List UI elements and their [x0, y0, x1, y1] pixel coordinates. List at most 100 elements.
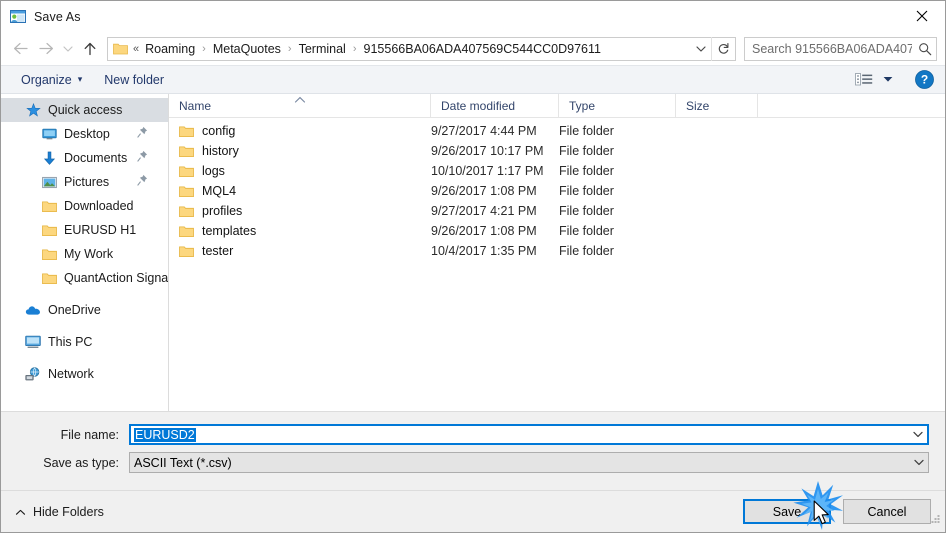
sidebar-item-desktop[interactable]: Desktop	[1, 122, 168, 146]
breadcrumb-item-roaming[interactable]: Roaming	[143, 41, 197, 57]
cancel-button[interactable]: Cancel	[843, 499, 931, 524]
refresh-button[interactable]	[711, 36, 735, 61]
sidebar-item-label: Downloaded	[64, 199, 134, 213]
sidebar-item-label: Desktop	[64, 127, 110, 141]
pin-icon[interactable]	[137, 150, 148, 165]
organize-label: Organize	[21, 72, 72, 87]
pin-icon[interactable]	[137, 174, 148, 189]
column-header-name[interactable]: Name	[169, 94, 431, 117]
arrow-left-icon	[13, 42, 28, 55]
sidebar-item-downloaded[interactable]: Downloaded	[1, 194, 168, 218]
recent-locations-button[interactable]	[59, 36, 77, 62]
file-name: tester	[202, 244, 234, 258]
hide-folders-button[interactable]: Hide Folders	[15, 505, 104, 519]
breadcrumb-separator[interactable]: ›	[283, 43, 297, 55]
organize-button[interactable]: Organize ▾	[15, 71, 88, 89]
table-row[interactable]: profiles 9/27/2017 4:21 PM File folder	[169, 201, 945, 221]
forward-button[interactable]	[33, 36, 59, 62]
address-dropdown-button[interactable]	[691, 38, 711, 60]
table-row[interactable]: MQL4 9/26/2017 1:08 PM File folder	[169, 181, 945, 201]
folder-icon	[179, 145, 194, 158]
file-name-dropdown-button[interactable]	[908, 431, 927, 438]
file-type: File folder	[559, 144, 614, 158]
sidebar-item-quantaction-signal[interactable]: QuantAction Signal	[1, 266, 168, 290]
file-type: File folder	[559, 224, 614, 238]
sidebar-item-my-work[interactable]: My Work	[1, 242, 168, 266]
file-name: logs	[202, 164, 225, 178]
breadcrumb-item-metaquotes[interactable]: MetaQuotes	[211, 41, 283, 57]
file-name: MQL4	[202, 184, 237, 198]
view-dropdown-button[interactable]	[877, 76, 899, 83]
file-name-input[interactable]: EURUSD2	[129, 424, 929, 445]
star-icon	[25, 102, 41, 118]
save-as-type-value: ASCII Text (*.csv)	[134, 455, 232, 470]
search-input[interactable]	[745, 41, 914, 56]
folder-icon	[179, 225, 194, 238]
table-row[interactable]: history 9/26/2017 10:17 PM File folder	[169, 141, 945, 161]
table-row[interactable]: config 9/27/2017 4:44 PM File folder	[169, 121, 945, 141]
sort-ascending-icon	[292, 93, 308, 107]
sidebar-item-label: EURUSD H1	[64, 223, 137, 237]
breadcrumb-item-guid[interactable]: 915566BA06ADA407569C544CC0D97611	[362, 41, 603, 57]
folder-icon	[179, 245, 194, 258]
table-row[interactable]: templates 9/26/2017 1:08 PM File folder	[169, 221, 945, 241]
view-layout-icon[interactable]	[851, 72, 877, 87]
chevron-down-icon	[63, 45, 73, 52]
title-bar: Save As	[1, 1, 945, 32]
file-date: 9/27/2017 4:44 PM	[431, 124, 537, 138]
file-type: File folder	[559, 204, 614, 218]
breadcrumb-separator[interactable]: ›	[348, 43, 362, 55]
table-row[interactable]: tester 10/4/2017 1:35 PM File folder	[169, 241, 945, 261]
folder-icon	[41, 198, 57, 214]
help-icon[interactable]: ?	[911, 70, 937, 89]
pin-icon[interactable]	[137, 126, 148, 141]
file-type: File folder	[559, 164, 614, 178]
address-bar[interactable]: « Roaming › MetaQuotes › Terminal › 9155…	[107, 36, 736, 61]
sidebar-item-pictures[interactable]: Pictures	[1, 170, 168, 194]
up-button[interactable]	[77, 36, 103, 62]
sidebar-item-eurusd-h1[interactable]: EURUSD H1	[1, 218, 168, 242]
window-title: Save As	[34, 9, 81, 24]
chevron-down-icon	[696, 45, 706, 52]
file-name: config	[202, 124, 236, 138]
sidebar-item-this-pc[interactable]: This PC	[1, 330, 168, 354]
save-as-type-dropdown-button[interactable]	[909, 459, 928, 466]
column-header-size[interactable]: Size	[676, 94, 758, 117]
column-header-type[interactable]: Type	[559, 94, 676, 117]
breadcrumb-separator[interactable]: ›	[197, 43, 211, 55]
column-header-row: Name Date modified Type Size	[169, 94, 945, 118]
save-as-type-select[interactable]: ASCII Text (*.csv)	[129, 452, 929, 473]
folder-icon	[179, 185, 194, 198]
sidebar-item-quick-access[interactable]: Quick access	[1, 98, 168, 122]
command-toolbar: Organize ▾ New folder ?	[1, 65, 945, 94]
file-date: 10/10/2017 1:17 PM	[431, 164, 544, 178]
breadcrumb-item-terminal[interactable]: Terminal	[297, 41, 348, 57]
save-as-type-row: Save as type: ASCII Text (*.csv)	[17, 452, 929, 473]
onedrive-cloud-icon	[25, 302, 41, 318]
breadcrumb-overflow[interactable]: «	[131, 43, 143, 55]
documents-arrow-icon	[41, 150, 57, 166]
chevron-down-icon	[912, 431, 923, 438]
sidebar-item-network[interactable]: Network	[1, 362, 168, 386]
arrow-right-icon	[38, 42, 53, 55]
app-icon	[10, 9, 26, 25]
resize-grip-icon[interactable]	[929, 512, 942, 530]
file-name: templates	[202, 224, 257, 238]
hide-folders-label: Hide Folders	[33, 504, 104, 519]
search-box[interactable]	[744, 36, 937, 61]
column-header-date-modified[interactable]: Date modified	[431, 94, 559, 117]
close-button[interactable]	[899, 1, 945, 31]
new-folder-button[interactable]: New folder	[98, 71, 170, 89]
file-list: config 9/27/2017 4:44 PM File folder his…	[169, 118, 945, 411]
sidebar-item-label: Network	[48, 367, 94, 381]
file-list-pane: Name Date modified Type Size config 9/27…	[169, 94, 945, 411]
sidebar-item-onedrive[interactable]: OneDrive	[1, 298, 168, 322]
table-row[interactable]: logs 10/10/2017 1:17 PM File folder	[169, 161, 945, 181]
save-button[interactable]: Save	[743, 499, 831, 524]
sidebar-item-documents[interactable]: Documents	[1, 146, 168, 170]
back-button[interactable]	[7, 36, 33, 62]
sidebar-item-label: This PC	[48, 335, 93, 349]
navigation-sidebar: Quick access Desktop Documents Pictures …	[1, 94, 169, 411]
